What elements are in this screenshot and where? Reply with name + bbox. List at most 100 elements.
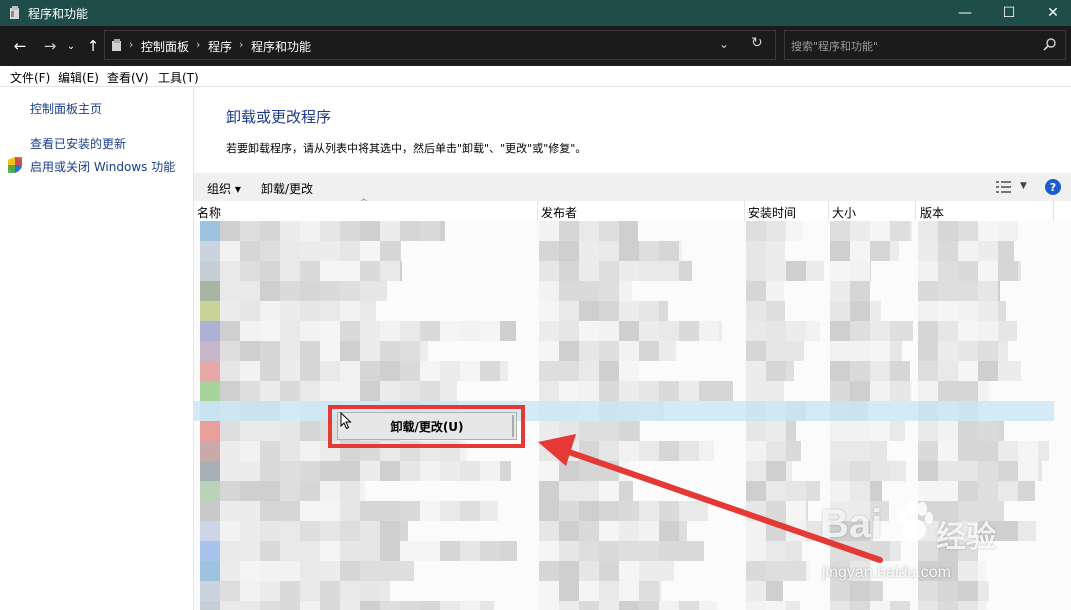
column-divider[interactable]: [744, 201, 745, 221]
blurred-cell: [300, 281, 320, 301]
blurred-cell: [260, 561, 280, 581]
context-menu-uninstall-change[interactable]: 卸载/更改(U): [338, 413, 516, 439]
blurred-cell: [1018, 261, 1021, 281]
blurred-cell: [766, 221, 786, 241]
blurred-cell: [619, 541, 639, 561]
blurred-cell: [746, 261, 766, 281]
blurred-cell: [830, 261, 850, 281]
refresh-icon[interactable]: ↻: [751, 35, 763, 51]
column-divider[interactable]: [1053, 201, 1054, 221]
uninstall-change-button[interactable]: 卸载/更改: [261, 180, 313, 197]
blurred-cell: [619, 361, 639, 381]
blurred-cell: [220, 361, 240, 381]
blurred-cell: [240, 501, 260, 521]
blurred-cell: [850, 321, 870, 341]
blurred-cell: [559, 481, 579, 501]
context-menu-edge: [512, 415, 514, 437]
blurred-cell: [746, 281, 766, 301]
blurred-cell: [1018, 361, 1021, 381]
menu-file[interactable]: 文件(F): [10, 69, 50, 86]
column-divider[interactable]: [915, 201, 916, 221]
column-divider[interactable]: [537, 201, 538, 221]
page-title: 卸载或更改程序: [226, 108, 332, 126]
blurred-cell: [746, 421, 766, 441]
blurred-cell: [400, 221, 420, 241]
blurred-cell: [340, 341, 360, 361]
organize-button[interactable]: 组织 ▾: [207, 180, 241, 197]
blurred-cell: [786, 221, 803, 241]
address-bar[interactable]: › 控制面板 › 程序 › 程序和功能 ⌄ ↻: [104, 30, 776, 60]
menu-edit[interactable]: 编辑(E): [58, 69, 99, 86]
search-box[interactable]: [784, 30, 1066, 61]
column-install-date[interactable]: 安装时间: [748, 204, 796, 221]
breadcrumb-programs-and-features[interactable]: 程序和功能: [251, 38, 311, 55]
blurred-cell: [659, 561, 674, 581]
blurred-cell: [958, 281, 978, 301]
blurred-cell: [918, 461, 938, 481]
blurred-cell: [850, 221, 870, 241]
blurred-cell: [998, 321, 1017, 341]
column-name[interactable]: 名称: [197, 204, 221, 221]
blurred-cell: [380, 221, 400, 241]
blurred-cell: [280, 561, 300, 581]
forward-button[interactable]: →: [38, 34, 62, 58]
search-icon[interactable]: [1043, 37, 1057, 51]
blurred-cell: [619, 321, 639, 341]
blurred-cell: [260, 321, 280, 341]
blurred-cell: [786, 561, 806, 581]
blurred-cell: [639, 581, 659, 601]
column-size[interactable]: 大小: [832, 204, 856, 221]
blurred-cell: [958, 241, 978, 261]
search-input[interactable]: [785, 31, 1043, 61]
blurred-cell: [500, 361, 508, 381]
blurred-cell: [659, 581, 661, 601]
blurred-cell: [300, 501, 320, 521]
blurred-cell: [659, 341, 676, 361]
menu-bar: 文件(F) 编辑(E) 查看(V) 工具(T): [0, 66, 1071, 87]
blurred-cell: [766, 261, 786, 281]
menu-view[interactable]: 查看(V): [107, 69, 149, 86]
sidebar-item-windows-features[interactable]: 启用或关闭 Windows 功能: [30, 158, 175, 175]
close-button[interactable]: ✕: [1030, 0, 1071, 26]
blurred-cell: [890, 381, 910, 401]
maximize-button[interactable]: ☐: [986, 0, 1032, 26]
column-publisher[interactable]: 发布者: [541, 204, 577, 221]
blurred-cell: [699, 541, 704, 561]
blurred-cell: [360, 361, 380, 381]
minimize-button[interactable]: —: [942, 0, 988, 26]
menu-tools[interactable]: 工具(T): [158, 69, 199, 86]
programs-app-icon: [10, 6, 19, 19]
blurred-cell: [978, 221, 998, 241]
breadcrumb-control-panel[interactable]: 控制面板: [141, 38, 189, 55]
blurred-cell: [240, 601, 260, 610]
blurred-cell: [766, 321, 786, 341]
blurred-cell: [539, 421, 559, 441]
blurred-cell: [659, 241, 679, 261]
blurred-cell: [559, 581, 579, 601]
recent-locations-button[interactable]: ⌄: [64, 34, 78, 58]
blurred-cell: [320, 461, 340, 481]
blurred-cell: [699, 501, 708, 521]
up-button[interactable]: ↑: [84, 34, 102, 58]
blurred-cell: [360, 521, 380, 541]
blurred-cell: [539, 341, 559, 361]
sidebar-item-installed-updates[interactable]: 查看已安装的更新: [30, 135, 126, 152]
blurred-cell: [766, 241, 785, 261]
column-version[interactable]: 版本: [920, 204, 944, 221]
help-icon[interactable]: ?: [1045, 179, 1061, 195]
blurred-cell: [910, 321, 913, 341]
breadcrumb-programs[interactable]: 程序: [208, 38, 232, 55]
sidebar-item-control-panel-home[interactable]: 控制面板主页: [30, 100, 102, 117]
blurred-cell: [420, 221, 440, 241]
address-dropdown-icon[interactable]: ⌄: [719, 37, 729, 51]
selected-program-row[interactable]: [194, 401, 1054, 421]
blurred-cell: [380, 521, 400, 541]
blurred-cell: [380, 341, 400, 361]
back-button[interactable]: ←: [8, 34, 32, 58]
view-options-icon[interactable]: [996, 180, 1012, 194]
blurred-cell: [300, 321, 320, 341]
view-dropdown-icon[interactable]: ▼: [1020, 181, 1027, 191]
blurred-cell: [918, 281, 938, 301]
blurred-cell: [850, 261, 870, 281]
column-divider[interactable]: [828, 201, 829, 221]
